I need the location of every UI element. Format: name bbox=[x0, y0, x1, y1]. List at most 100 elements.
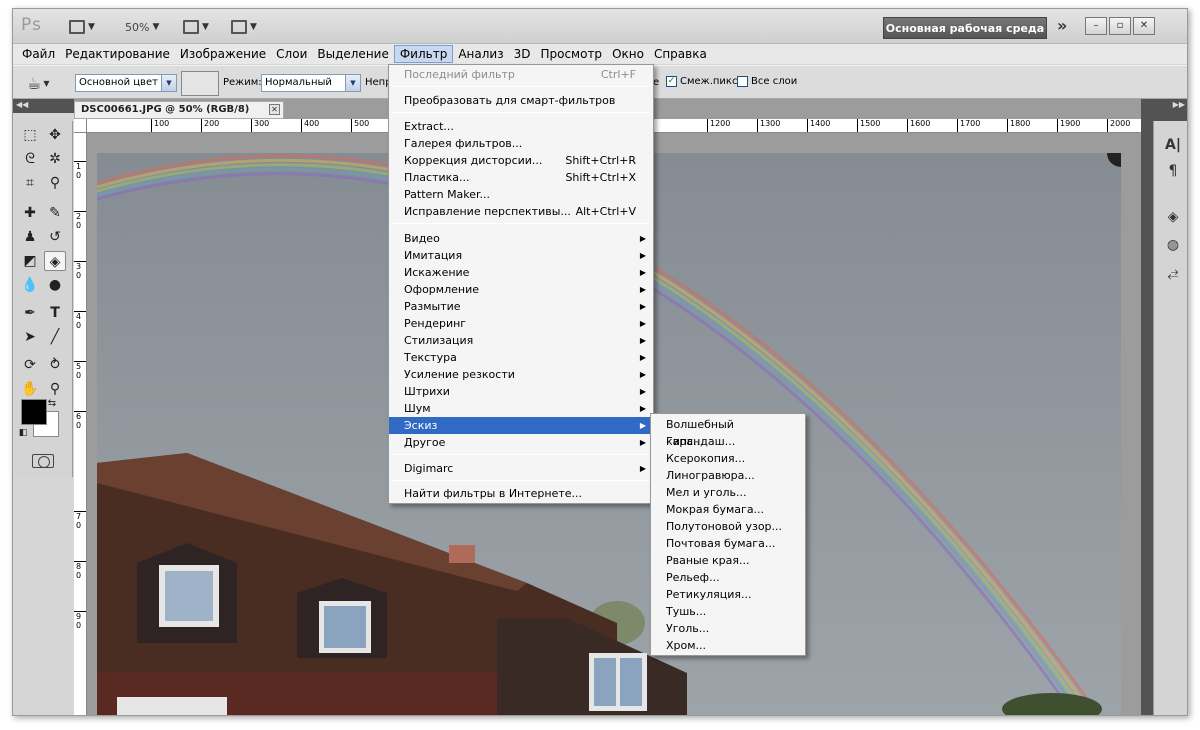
menu-item-lens-correction[interactable]: Коррекция дисторсии... Shift+Ctrl+R bbox=[389, 152, 653, 169]
tool-preset-picker[interactable]: ☕ ▼ bbox=[27, 72, 57, 94]
menu-item-brush-strokes[interactable]: Штрихи ▶ bbox=[389, 383, 653, 400]
menu-item-halftone-pattern[interactable]: Полутоновой узор... bbox=[651, 518, 805, 535]
arrange-documents-button[interactable]: ▼ bbox=[183, 18, 209, 36]
all-layers-checkbox[interactable]: Все слои bbox=[737, 76, 797, 87]
paint-bucket-tool-icon[interactable]: ◈ bbox=[44, 251, 66, 271]
menu-window[interactable]: Окно bbox=[607, 45, 649, 63]
workspace-switcher[interactable]: Основная рабочая среда bbox=[883, 17, 1047, 39]
menu-item-video[interactable]: Видео ▶ bbox=[389, 230, 653, 247]
vertical-ruler[interactable]: 10 20 30 40 50 60 70 80 90 bbox=[74, 133, 87, 715]
menu-item-vanishing-point[interactable]: Исправление перспективы... Alt+Ctrl+V bbox=[389, 203, 653, 220]
channels-panel-icon[interactable]: ◍ bbox=[1163, 235, 1183, 255]
bridge-button[interactable]: ▼ bbox=[69, 18, 95, 36]
menu-item-bas-relief[interactable]: Волшебный карандаш... bbox=[651, 416, 805, 448]
lasso-tool-icon[interactable]: ᘓ bbox=[19, 149, 41, 169]
menu-item-charcoal[interactable]: Уголь... bbox=[651, 620, 805, 637]
foreground-color-swatch[interactable] bbox=[21, 399, 47, 425]
menu-file[interactable]: Файл bbox=[17, 45, 60, 63]
healing-brush-tool-icon[interactable]: ✚ bbox=[19, 203, 41, 223]
menu-item-pixelate[interactable]: Оформление ▶ bbox=[389, 281, 653, 298]
close-document-icon[interactable]: ✕ bbox=[269, 104, 280, 115]
menu-item-artistic[interactable]: Имитация ▶ bbox=[389, 247, 653, 264]
menu-image[interactable]: Изображение bbox=[175, 45, 271, 63]
blend-mode-select[interactable]: Нормальный ▼ bbox=[261, 74, 361, 92]
more-workspaces-button[interactable]: » bbox=[1057, 16, 1067, 35]
menu-view[interactable]: Просмотр bbox=[535, 45, 607, 63]
crop-tool-icon[interactable]: ⌗ bbox=[19, 173, 41, 193]
hand-tool-icon[interactable]: ✋ bbox=[19, 379, 41, 399]
move-tool-icon[interactable]: ✥ bbox=[44, 125, 66, 145]
menu-analysis[interactable]: Анализ bbox=[453, 45, 508, 63]
blur-tool-icon[interactable]: 💧 bbox=[19, 275, 41, 295]
menu-item-liquify[interactable]: Пластика... Shift+Ctrl+X bbox=[389, 169, 653, 186]
menu-item-note-paper[interactable]: Почтовая бумага... bbox=[651, 535, 805, 552]
close-button[interactable]: ✕ bbox=[1133, 17, 1155, 35]
menu-item-texture[interactable]: Текстура ▶ bbox=[389, 349, 653, 366]
maximize-button[interactable]: ▫ bbox=[1109, 17, 1131, 35]
menu-item-relief[interactable]: Рельеф... bbox=[651, 569, 805, 586]
3d-orbit-tool-icon[interactable]: ⥁ bbox=[44, 355, 66, 375]
menu-item-sharpen[interactable]: Усиление резкости ▶ bbox=[389, 366, 653, 383]
document-tab[interactable]: DSC00661.JPG @ 50% (RGB/8) ✕ bbox=[74, 101, 284, 119]
menu-item-pattern-maker[interactable]: Pattern Maker... bbox=[389, 186, 653, 203]
zoom-tool-icon[interactable]: ⚲ bbox=[44, 379, 66, 399]
path-selection-tool-icon[interactable]: ➤ bbox=[19, 327, 41, 347]
menu-item-chalk-charcoal[interactable]: Мел и уголь... bbox=[651, 484, 805, 501]
menu-filter[interactable]: Фильтр bbox=[393, 45, 454, 63]
menu-item-render[interactable]: Рендеринг ▶ bbox=[389, 315, 653, 332]
menu-item-extract[interactable]: Extract... bbox=[389, 118, 653, 135]
zoom-level-dropdown[interactable]: 50% ▼ bbox=[125, 18, 159, 36]
swap-colors-icon[interactable]: ⇆ bbox=[45, 397, 59, 411]
history-brush-tool-icon[interactable]: ↺ bbox=[44, 227, 66, 247]
toolbar-header-strip[interactable]: ◀◀ bbox=[13, 99, 74, 113]
menu-item-stylize[interactable]: Стилизация ▶ bbox=[389, 332, 653, 349]
menu-item-blur[interactable]: Размытие ▶ bbox=[389, 298, 653, 315]
minimize-button[interactable]: – bbox=[1085, 17, 1107, 35]
menu-item-filter-gallery[interactable]: Галерея фильтров... bbox=[389, 135, 653, 152]
eraser-tool-icon[interactable]: ◩ bbox=[19, 251, 41, 271]
menu-item-photocopy[interactable]: Ксерокопия... bbox=[651, 450, 805, 467]
pen-tool-icon[interactable]: ✒ bbox=[19, 303, 41, 323]
menu-item-digimarc[interactable]: Digimarc ▶ bbox=[389, 460, 653, 477]
brush-tool-icon[interactable]: ✎ bbox=[44, 203, 66, 223]
dodge-tool-icon[interactable]: ● bbox=[44, 275, 66, 295]
menu-item-last-filter[interactable]: Последний фильтр Ctrl+F bbox=[389, 66, 653, 83]
quick-mask-button[interactable] bbox=[32, 454, 54, 468]
menu-item-reticulation[interactable]: Ретикуляция... bbox=[651, 586, 805, 603]
3d-rotate-tool-icon[interactable]: ⟳ bbox=[19, 355, 41, 375]
paths-panel-icon[interactable]: ⥄ bbox=[1163, 263, 1183, 283]
contiguous-checkbox[interactable]: ✓ Смеж.пикс bbox=[666, 76, 737, 87]
menu-help[interactable]: Справка bbox=[649, 45, 712, 63]
menu-item-other[interactable]: Другое ▶ bbox=[389, 434, 653, 451]
menu-item-sketch[interactable]: Эскиз ▶ bbox=[389, 417, 653, 434]
magic-wand-tool-icon[interactable]: ✲ bbox=[44, 149, 66, 169]
eyedropper-tool-icon[interactable]: ⚲ bbox=[44, 173, 66, 193]
screen-mode-button[interactable]: ▼ bbox=[231, 18, 257, 36]
menu-item-chrome[interactable]: Хром... bbox=[651, 637, 805, 654]
menu-layers[interactable]: Слои bbox=[271, 45, 312, 63]
menu-item-graphic-pen[interactable]: Тушь... bbox=[651, 603, 805, 620]
ruler-origin[interactable] bbox=[74, 119, 87, 133]
marquee-tool-icon[interactable]: ⬚ bbox=[19, 125, 41, 145]
clone-stamp-tool-icon[interactable]: ♟ bbox=[19, 227, 41, 247]
default-colors-icon[interactable]: ◧ bbox=[17, 427, 29, 439]
line-tool-icon[interactable]: ╱ bbox=[44, 327, 66, 347]
menu-item-convert-smart-filters[interactable]: Преобразовать для смарт-фильтров bbox=[389, 92, 653, 109]
menu-3d[interactable]: 3D bbox=[509, 45, 536, 63]
menu-item-torn-edges[interactable]: Рваные края... bbox=[651, 552, 805, 569]
pattern-picker[interactable] bbox=[181, 71, 219, 96]
paragraph-panel-icon[interactable]: ¶ bbox=[1163, 161, 1183, 181]
type-tool-icon[interactable]: T bbox=[44, 303, 66, 323]
character-panel-icon[interactable]: A| bbox=[1163, 135, 1183, 155]
layers-panel-icon[interactable]: ◈ bbox=[1163, 207, 1183, 227]
fill-source-select[interactable]: Основной цвет ▼ bbox=[75, 74, 177, 92]
menu-item-browse-filters-online[interactable]: Найти фильтры в Интернете... bbox=[389, 485, 653, 502]
menu-select[interactable]: Выделение bbox=[312, 45, 393, 63]
menu-item-distort[interactable]: Искажение ▶ bbox=[389, 264, 653, 281]
menu-item-water-paper[interactable]: Мокрая бумага... bbox=[651, 501, 805, 518]
menu-item-stamp[interactable]: Линогравюра... bbox=[651, 467, 805, 484]
menu-edit[interactable]: Редактирование bbox=[60, 45, 175, 63]
menu-item-noise[interactable]: Шум ▶ bbox=[389, 400, 653, 417]
expand-arrows-icon[interactable]: ▶▶ bbox=[1173, 100, 1185, 109]
menu-item-plaster[interactable]: Гипс... bbox=[651, 433, 805, 450]
